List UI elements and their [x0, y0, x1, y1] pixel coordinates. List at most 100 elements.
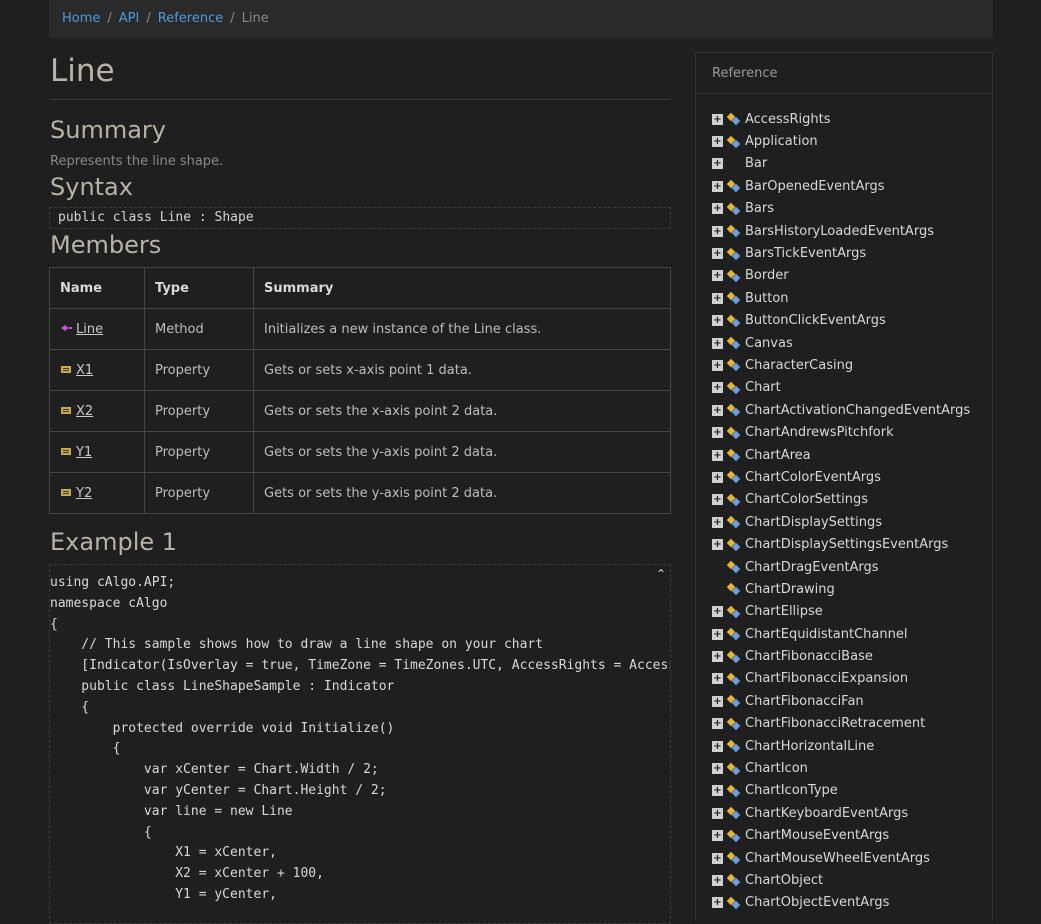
expand-icon[interactable]: +	[712, 315, 723, 327]
expand-icon[interactable]: +	[712, 874, 723, 886]
expand-icon[interactable]: +	[712, 427, 723, 439]
tree-item-label[interactable]: ChartColorEventArgs	[745, 470, 881, 485]
member-link[interactable]: Y2	[76, 486, 92, 501]
tree-item[interactable]: + Chart	[712, 377, 992, 399]
tree-item[interactable]: ChartDragEventArgs	[712, 556, 992, 578]
tree-item[interactable]: + BarsTickEventArgs	[712, 242, 992, 264]
tree-item[interactable]: + ChartIconType	[712, 780, 992, 802]
expand-icon[interactable]: +	[712, 807, 723, 819]
breadcrumb-reference[interactable]: Reference	[158, 11, 223, 26]
tree-item[interactable]: + ChartAndrewsPitchfork	[712, 421, 992, 443]
tree-item-label[interactable]: ChartFibonacciExpansion	[745, 671, 908, 686]
tree-item[interactable]: + ButtonClickEventArgs	[712, 310, 992, 332]
tree-item[interactable]: + Canvas	[712, 332, 992, 354]
tree-item-label[interactable]: ChartIcon	[745, 761, 808, 776]
tree-item[interactable]: + ChartFibonacciBase	[712, 645, 992, 667]
expand-icon[interactable]: +	[712, 852, 723, 864]
expand-icon[interactable]: +	[712, 606, 723, 618]
tree-item-label[interactable]: Button	[745, 291, 789, 306]
tree-item-label[interactable]: BarsHistoryLoadedEventArgs	[745, 224, 934, 239]
tree-item-label[interactable]: ChartObjectEventArgs	[745, 895, 889, 910]
tree-item-label[interactable]: ChartMouseEventArgs	[745, 828, 889, 843]
tree-item-label[interactable]: Canvas	[745, 336, 793, 351]
expand-icon[interactable]: +	[712, 740, 723, 752]
tree-item[interactable]: + CharacterCasing	[712, 354, 992, 376]
tree-item-label[interactable]: Chart	[745, 380, 781, 395]
tree-item[interactable]: + Border	[712, 265, 992, 287]
expand-icon[interactable]: +	[712, 628, 723, 640]
breadcrumb-api[interactable]: API	[119, 11, 140, 26]
tree-item[interactable]: + Bar	[712, 153, 992, 175]
tree-item-label[interactable]: BarsTickEventArgs	[745, 246, 866, 261]
member-link[interactable]: Y1	[76, 445, 92, 460]
tree-item-label[interactable]: ButtonClickEventArgs	[745, 313, 886, 328]
expand-icon[interactable]: +	[712, 494, 723, 506]
tree-item[interactable]: + ChartObjectEventArgs	[712, 892, 992, 914]
tree-item-label[interactable]: ChartFibonacciBase	[745, 649, 873, 664]
expand-icon[interactable]: +	[712, 785, 723, 797]
expand-icon[interactable]: +	[712, 203, 723, 215]
tree-item-label[interactable]: ChartEllipse	[745, 604, 823, 619]
tree-item-label[interactable]: Bar	[745, 156, 767, 171]
expand-icon[interactable]: +	[712, 897, 723, 909]
tree-item[interactable]: + ChartEllipse	[712, 601, 992, 623]
tree-item-label[interactable]: ChartMouseWheelEventArgs	[745, 851, 930, 866]
tree-item[interactable]: + ChartDisplaySettingsEventArgs	[712, 533, 992, 555]
expand-icon[interactable]: +	[712, 270, 723, 282]
tree-item-label[interactable]: ChartHorizontalLine	[745, 739, 874, 754]
expand-icon[interactable]: +	[712, 449, 723, 461]
tree-item-label[interactable]: ChartDisplaySettings	[745, 515, 882, 530]
expand-icon[interactable]: +	[712, 763, 723, 775]
tree-item[interactable]: + ChartMouseWheelEventArgs	[712, 847, 992, 869]
tree-item[interactable]: + ChartHorizontalLine	[712, 735, 992, 757]
tree-item-label[interactable]: ChartObject	[745, 873, 823, 888]
tree-item[interactable]: + ChartFibonacciExpansion	[712, 668, 992, 690]
tree-item-label[interactable]: ChartFibonacciRetracement	[745, 716, 925, 731]
tree-item[interactable]: + ChartFibonacciFan	[712, 690, 992, 712]
tree-item[interactable]: + AccessRights	[712, 108, 992, 130]
tree-item[interactable]: + ChartArea	[712, 444, 992, 466]
tree-item-label[interactable]: ChartColorSettings	[745, 492, 868, 507]
tree-item-label[interactable]: Bars	[745, 201, 774, 216]
expand-icon[interactable]: +	[712, 337, 723, 349]
tree-item[interactable]: + ChartFibonacciRetracement	[712, 713, 992, 735]
tree-item-label[interactable]: Application	[745, 134, 818, 149]
expand-icon[interactable]: +	[712, 404, 723, 416]
tree-item[interactable]: + ChartActivationChangedEventArgs	[712, 399, 992, 421]
tree-item[interactable]: + ChartKeyboardEventArgs	[712, 802, 992, 824]
member-link[interactable]: X1	[76, 363, 93, 378]
tree-item-label[interactable]: ChartDisplaySettingsEventArgs	[745, 537, 948, 552]
tree-item-label[interactable]: ChartArea	[745, 448, 811, 463]
tree-item[interactable]: + ChartColorSettings	[712, 489, 992, 511]
tree-item-label[interactable]: ChartDrawing	[745, 582, 835, 597]
tree-item[interactable]: + ChartObject	[712, 869, 992, 891]
expand-icon[interactable]: +	[712, 830, 723, 842]
tree-item[interactable]: + ChartMouseEventArgs	[712, 825, 992, 847]
expand-icon[interactable]: +	[712, 695, 723, 707]
tree-item-label[interactable]: ChartIconType	[745, 783, 838, 798]
breadcrumb-home[interactable]: Home	[62, 11, 100, 26]
tree-item-label[interactable]: ChartKeyboardEventArgs	[745, 806, 908, 821]
tree-item-label[interactable]: CharacterCasing	[745, 358, 853, 373]
expand-icon[interactable]: +	[712, 158, 723, 170]
member-link[interactable]: X2	[76, 404, 93, 419]
tree-item-label[interactable]: ChartActivationChangedEventArgs	[745, 403, 970, 418]
tree-item-label[interactable]: AccessRights	[745, 112, 831, 127]
expand-icon[interactable]: +	[712, 248, 723, 260]
tree-item-label[interactable]: ChartDragEventArgs	[745, 560, 879, 575]
tree-item-label[interactable]: ChartFibonacciFan	[745, 694, 864, 709]
expand-icon[interactable]: +	[712, 180, 723, 192]
expand-icon[interactable]: +	[712, 359, 723, 371]
expand-icon[interactable]: +	[712, 225, 723, 237]
expand-icon[interactable]: +	[712, 292, 723, 304]
tree-item[interactable]: + ChartDisplaySettings	[712, 511, 992, 533]
expand-icon[interactable]: +	[712, 382, 723, 394]
expand-icon[interactable]: +	[712, 539, 723, 551]
expand-icon[interactable]: +	[712, 651, 723, 663]
tree-item[interactable]: ChartDrawing	[712, 578, 992, 600]
tree-item[interactable]: + BarsHistoryLoadedEventArgs	[712, 220, 992, 242]
expand-icon[interactable]: +	[712, 718, 723, 730]
expand-icon[interactable]: +	[712, 516, 723, 528]
tree-item-label[interactable]: ChartAndrewsPitchfork	[745, 425, 894, 440]
tree-item[interactable]: + ChartIcon	[712, 757, 992, 779]
